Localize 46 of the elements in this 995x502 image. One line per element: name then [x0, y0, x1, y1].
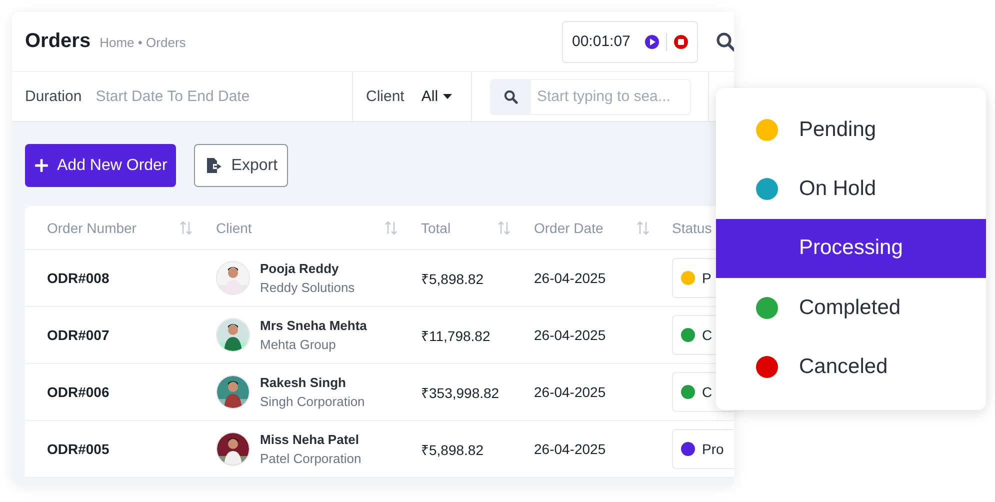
status-option[interactable]: On Hold	[716, 159, 986, 219]
page-title: Orders	[25, 30, 91, 53]
company-name: Reddy Solutions	[260, 280, 355, 295]
search-icon	[504, 90, 518, 104]
order-date: 26-04-2025	[534, 327, 606, 343]
company-name: Patel Corporation	[260, 451, 362, 466]
date-range-field[interactable]: Start Date To End Date	[96, 88, 296, 105]
status-option[interactable]: Completed	[716, 278, 986, 338]
sort-icon[interactable]	[384, 220, 398, 236]
client-label: Client	[366, 88, 404, 105]
order-number: ODR#005	[47, 441, 110, 457]
stop-icon[interactable]	[673, 34, 690, 50]
export-button[interactable]: Export	[194, 144, 288, 187]
breadcrumb: Home • Orders	[100, 35, 186, 50]
order-total: ₹353,998.82	[421, 384, 500, 402]
status-option[interactable]: Pending	[716, 100, 986, 160]
client-name: Pooja Reddy	[260, 261, 340, 276]
order-number: ODR#008	[47, 270, 110, 286]
order-total: ₹5,898.82	[421, 270, 484, 288]
export-icon	[205, 157, 222, 174]
sort-icon[interactable]	[636, 220, 650, 236]
plus-icon	[35, 159, 48, 172]
order-total: ₹5,898.82	[421, 440, 484, 458]
client-dropdown[interactable]: All	[421, 88, 452, 105]
play-icon[interactable]	[644, 34, 660, 50]
sort-icon[interactable]	[497, 220, 511, 236]
add-order-button[interactable]: Add New Order	[25, 144, 176, 187]
search-field[interactable]: Start typing to sea...	[490, 78, 691, 114]
order-number: ODR#007	[47, 327, 110, 343]
order-number: ODR#006	[47, 384, 110, 400]
company-name: Mehta Group	[260, 337, 337, 352]
company-name: Singh Corporation	[260, 394, 365, 409]
client-name: Mrs Sneha Mehta	[260, 318, 367, 333]
search-icon[interactable]	[716, 32, 734, 52]
client-name: Miss Neha Patel	[260, 432, 360, 447]
caret-icon	[443, 94, 452, 100]
client-name: Rakesh Singh	[260, 375, 347, 390]
duration-label: Duration	[25, 88, 82, 105]
order-total: ₹11,798.82	[421, 326, 490, 344]
status-option[interactable]: Processing	[716, 218, 986, 278]
sort-icon[interactable]	[179, 220, 193, 236]
dropdown-field[interactable]: Pro	[672, 429, 734, 469]
timer-text: 00:01:07	[572, 33, 630, 50]
order-date: 26-04-2025	[534, 441, 606, 457]
order-date: 26-04-2025	[534, 270, 606, 286]
order-date: 26-04-2025	[534, 384, 606, 400]
